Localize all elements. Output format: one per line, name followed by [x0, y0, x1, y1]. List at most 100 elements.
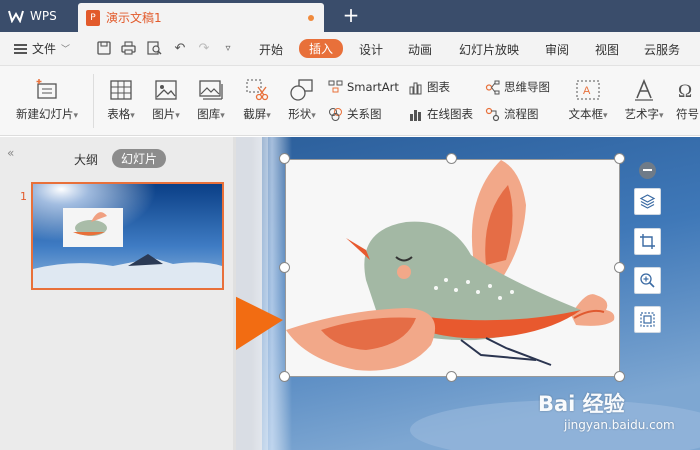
presentation-file-icon: P [86, 9, 100, 26]
symbol-button[interactable]: Ω 符号 [676, 78, 700, 122]
zoom-in-icon [640, 273, 655, 288]
resize-handle-bottom[interactable] [446, 371, 457, 382]
picture-label: 图片 [152, 107, 176, 121]
table-button[interactable]: 表格▾ [101, 78, 141, 122]
smartart-label: SmartArt [347, 79, 399, 94]
table-label: 表格 [107, 107, 131, 121]
print-icon[interactable] [120, 41, 136, 57]
collapse-toolbar-minus-icon[interactable] [639, 162, 656, 179]
svg-text:Ω: Ω [678, 81, 692, 102]
ribbon-separator [93, 74, 94, 128]
gallery-button[interactable]: 图库▾ [191, 78, 231, 122]
resize-handle-bottom-left[interactable] [279, 371, 290, 382]
collapse-panel-icon[interactable]: « [7, 146, 14, 160]
new-slide-button[interactable]: 新建幻灯片▾ [10, 78, 84, 122]
symbol-label: 符号 [676, 107, 699, 121]
textbox-button[interactable]: A 文本框▾ [564, 78, 612, 122]
shape-button[interactable]: 形状▾ [282, 78, 322, 122]
online-chart-button[interactable]: 在线图表 [408, 106, 473, 122]
insert-ribbon: 新建幻灯片▾ 表格▾ 图片▾ 图库▾ 截屏▾ 形状▾ SmartArt 关系图 … [0, 66, 700, 136]
new-slide-label: 新建幻灯片 [15, 107, 74, 121]
gallery-label: 图库 [197, 107, 221, 121]
new-tab-plus-icon[interactable]: + [340, 3, 362, 29]
symbol-icon: Ω [678, 81, 692, 102]
relation-chart-icon [329, 107, 342, 121]
redo-icon[interactable]: ↷ [196, 41, 212, 57]
menu-slideshow[interactable]: 幻灯片放映 [459, 41, 519, 58]
chart-label: 图表 [427, 80, 450, 94]
watermark-url: jingyan.baidu.com [564, 418, 675, 432]
bar-chart-icon [409, 82, 422, 94]
bird-illustration [286, 160, 619, 376]
picture-button[interactable]: 图片▾ [146, 78, 186, 122]
resize-handle-bottom-right[interactable] [614, 371, 625, 382]
resize-handle-right[interactable] [614, 262, 625, 273]
file-menu-label: 文件 [32, 42, 57, 56]
online-chart-icon [410, 109, 421, 121]
gallery-icon [199, 80, 223, 100]
wps-logo[interactable]: WPS [0, 0, 76, 32]
slides-view-tab[interactable]: 幻灯片 [112, 149, 167, 168]
picture-icon [155, 80, 177, 100]
outline-view-tab[interactable]: 大纲 [74, 151, 98, 168]
relation-chart-button[interactable]: 关系图 [328, 106, 382, 122]
slide-thumbnail-image [33, 184, 222, 288]
menu-home[interactable]: 开始 [259, 41, 283, 58]
menu-review[interactable]: 审阅 [545, 41, 569, 58]
zoom-button[interactable] [634, 267, 661, 294]
hamburger-icon [14, 43, 27, 54]
flowchart-button[interactable]: 流程图 [485, 106, 539, 122]
new-slide-icon [36, 79, 57, 99]
document-tab[interactable]: P 演示文稿1 [78, 3, 324, 32]
menu-design[interactable]: 设计 [359, 41, 383, 58]
slide-number: 1 [20, 190, 27, 203]
relation-chart-label: 关系图 [347, 107, 382, 121]
print-preview-icon[interactable] [146, 41, 162, 57]
flowchart-icon [485, 107, 500, 121]
resize-handle-top[interactable] [446, 153, 457, 164]
crop-icon [640, 234, 655, 249]
wps-logo-icon [8, 10, 24, 23]
slide-thumbnail-panel: « 大纲 幻灯片 1 [0, 137, 236, 450]
screenshot-label: 截屏 [243, 107, 267, 121]
title-bar: WPS P 演示文稿1 + [0, 0, 700, 32]
online-chart-label: 在线图表 [427, 107, 473, 121]
baidu-jingyan-watermark: Bai 经验 [538, 392, 625, 416]
screenshot-button[interactable]: 截屏▾ [237, 78, 277, 122]
textbox-icon: A [576, 80, 600, 100]
resize-handle-top-left[interactable] [279, 153, 290, 164]
image-extract-icon [640, 312, 655, 327]
menu-view[interactable]: 视图 [595, 41, 619, 58]
menu-bar: 文件 ﹀ ↶ ↷ ▿ 开始 插入 设计 动画 幻灯片放映 审阅 视图 云服务 [0, 32, 700, 66]
svg-text:A: A [583, 85, 591, 97]
mindmap-button[interactable]: 思维导图 [485, 79, 550, 95]
wps-logo-text: WPS [30, 9, 57, 23]
scissors-icon [246, 79, 269, 101]
textbox-label: 文本框 [568, 107, 603, 121]
mindmap-icon [485, 80, 500, 94]
selected-picture-frame[interactable] [285, 159, 620, 377]
chevron-down-icon: ﹀ [61, 45, 71, 55]
menu-cloud-service[interactable]: 云服务 [644, 41, 680, 58]
wordart-button[interactable]: 艺术字▾ [620, 78, 668, 122]
resize-handle-top-right[interactable] [614, 153, 625, 164]
shape-label: 形状 [288, 107, 312, 121]
quick-access-dropdown-icon[interactable]: ▿ [220, 41, 236, 57]
chart-button[interactable]: 图表 [408, 79, 450, 95]
save-icon[interactable] [96, 41, 112, 57]
smartart-button[interactable]: SmartArt [328, 79, 399, 94]
picture-extract-button[interactable] [634, 306, 661, 333]
flowchart-label: 流程图 [504, 107, 539, 121]
resize-handle-left[interactable] [279, 262, 290, 273]
crop-button[interactable] [634, 228, 661, 255]
undo-icon[interactable]: ↶ [172, 41, 188, 57]
file-menu-button[interactable]: 文件 ﹀ [14, 40, 70, 57]
slide-thumbnail-1[interactable] [31, 182, 224, 290]
menu-insert[interactable]: 插入 [299, 39, 344, 58]
menu-animation[interactable]: 动画 [408, 41, 432, 58]
shapes-icon [290, 79, 313, 101]
table-icon [110, 80, 132, 100]
layers-button[interactable] [634, 188, 661, 215]
smartart-icon [328, 80, 343, 93]
document-tab-title: 演示文稿1 [106, 11, 162, 25]
